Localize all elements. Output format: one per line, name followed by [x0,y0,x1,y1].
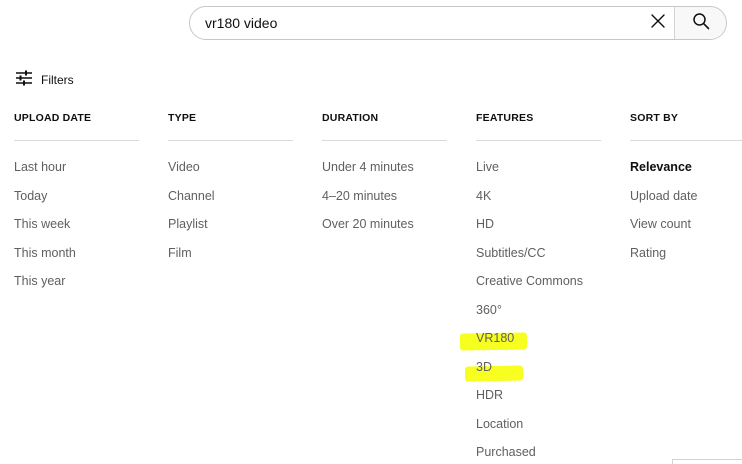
filters-button[interactable]: Filters [15,70,74,90]
filter-group-header: TYPE [168,112,293,141]
filter-option-vr180[interactable]: VR180 [476,331,601,345]
panel-corner [672,459,742,464]
sort-option-relevance[interactable]: Relevance [630,160,742,174]
filter-option-360[interactable]: 360° [476,303,601,317]
filter-option-hdr[interactable]: HDR [476,388,601,402]
filter-group-header: DURATION [322,112,447,141]
filter-option-this-month[interactable]: This month [14,246,139,260]
search-button[interactable] [674,7,726,39]
filter-group-sort-by: SORT BY Relevance Upload date View count… [630,112,742,260]
clear-search-button[interactable] [645,7,671,39]
filter-option-location[interactable]: Location [476,417,601,431]
filter-option-this-week[interactable]: This week [14,217,139,231]
filters-label: Filters [41,73,74,87]
filter-option-hd[interactable]: HD [476,217,601,231]
filter-option-film[interactable]: Film [168,246,293,260]
search-icon [692,12,710,35]
filter-option-channel[interactable]: Channel [168,189,293,203]
filter-group-header: SORT BY [630,112,742,141]
search-input[interactable] [190,7,640,39]
filter-option-live[interactable]: Live [476,160,601,174]
filter-option-under-4-minutes[interactable]: Under 4 minutes [322,160,447,174]
search-bar [189,6,727,40]
filter-option-creative-commons[interactable]: Creative Commons [476,274,601,288]
sort-option-upload-date[interactable]: Upload date [630,189,742,203]
filter-group-upload-date: UPLOAD DATE Last hour Today This week Th… [14,112,139,288]
filter-group-type: TYPE Video Channel Playlist Film [168,112,293,260]
tune-icon [15,70,33,91]
filter-option-over-20-minutes[interactable]: Over 20 minutes [322,217,447,231]
filter-option-playlist[interactable]: Playlist [168,217,293,231]
filter-option-4-20-minutes[interactable]: 4–20 minutes [322,189,447,203]
filter-option-today[interactable]: Today [14,189,139,203]
filter-option-video[interactable]: Video [168,160,293,174]
filter-group-duration: DURATION Under 4 minutes 4–20 minutes Ov… [322,112,447,231]
sort-option-view-count[interactable]: View count [630,217,742,231]
filter-option-4k[interactable]: 4K [476,189,601,203]
filter-option-purchased[interactable]: Purchased [476,445,601,459]
filter-option-this-year[interactable]: This year [14,274,139,288]
filter-group-header: FEATURES [476,112,601,141]
filter-option-subtitles-cc[interactable]: Subtitles/CC [476,246,601,260]
filter-group-features: FEATURES Live 4K HD Subtitles/CC Creativ… [476,112,601,459]
sort-option-rating[interactable]: Rating [630,246,742,260]
filter-option-3d[interactable]: 3D [476,360,601,374]
close-icon [650,13,666,34]
filter-option-last-hour[interactable]: Last hour [14,160,139,174]
filter-group-header: UPLOAD DATE [14,112,139,141]
